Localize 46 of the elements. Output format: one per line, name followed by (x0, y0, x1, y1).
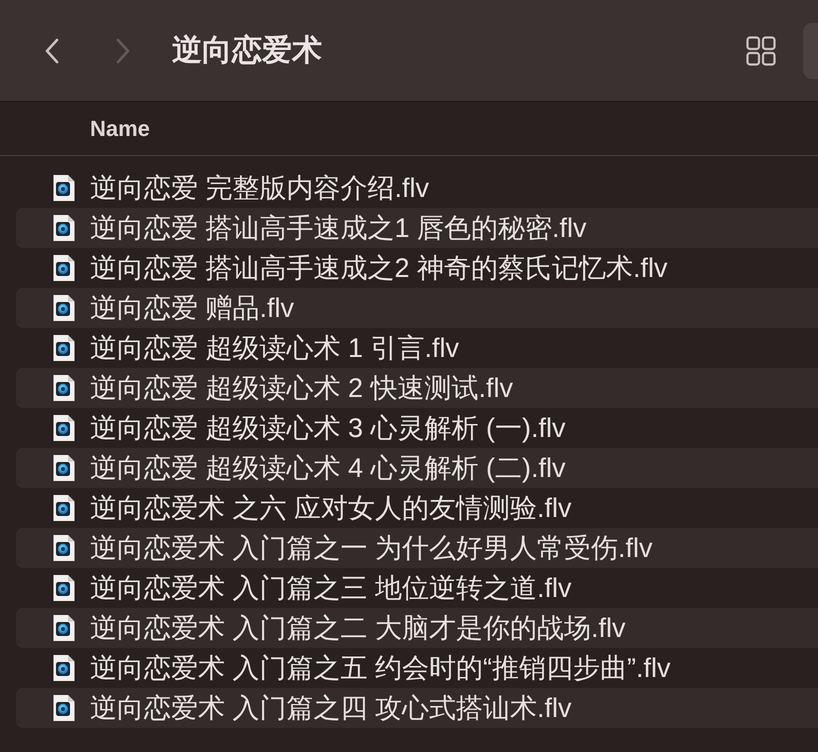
file-name: 逆向恋爱术 入门篇之五 约会时的“推销四步曲”.flv (90, 652, 670, 684)
video-file-icon (52, 574, 76, 602)
file-name: 逆向恋爱 超级读心术 4 心灵解析 (二).flv (90, 452, 566, 484)
window-title: 逆向恋爱术 (172, 32, 322, 68)
file-name: 逆向恋爱术 入门篇之一 为什么好男人常受伤.flv (90, 532, 653, 564)
file-row[interactable]: 逆向恋爱术 入门篇之四 攻心式搭讪术.flv (16, 688, 818, 728)
video-file-icon (52, 454, 76, 482)
video-file-icon (52, 214, 76, 242)
file-row[interactable]: 逆向恋爱术 入门篇之二 大脑才是你的战场.flv (16, 608, 818, 648)
video-file-icon (52, 654, 76, 682)
file-row[interactable]: 逆向恋爱 完整版内容介绍.flv (16, 168, 818, 208)
file-name: 逆向恋爱术 之六 应对女人的友情测验.flv (90, 492, 572, 524)
video-file-icon (52, 414, 76, 442)
video-file-icon (52, 294, 76, 322)
file-name: 逆向恋爱术 入门篇之二 大脑才是你的战场.flv (90, 612, 626, 644)
video-file-icon (52, 614, 76, 642)
file-row[interactable]: 逆向恋爱 搭讪高手速成之2 神奇的蔡氏记忆术.flv (16, 248, 818, 288)
video-file-icon (52, 174, 76, 202)
file-row[interactable]: 逆向恋爱 搭讪高手速成之1 唇色的秘密.flv (16, 208, 818, 248)
video-file-icon (52, 694, 76, 722)
file-name: 逆向恋爱 搭讪高手速成之1 唇色的秘密.flv (90, 212, 587, 244)
file-row[interactable]: 逆向恋爱 赠品.flv (16, 288, 818, 328)
file-row[interactable]: 逆向恋爱 超级读心术 1 引言.flv (16, 328, 818, 368)
file-name: 逆向恋爱 赠品.flv (90, 292, 294, 324)
grid-view-icon (746, 36, 776, 66)
file-name: 逆向恋爱 完整版内容介绍.flv (90, 172, 430, 204)
file-name: 逆向恋爱术 入门篇之四 攻心式搭讪术.flv (90, 692, 572, 724)
file-name: 逆向恋爱 超级读心术 1 引言.flv (90, 332, 460, 364)
file-name: 逆向恋爱 搭讪高手速成之2 神奇的蔡氏记忆术.flv (90, 252, 668, 284)
video-file-icon (52, 494, 76, 522)
file-name: 逆向恋爱 超级读心术 3 心灵解析 (一).flv (90, 412, 566, 444)
file-row[interactable]: 逆向恋爱术 入门篇之五 约会时的“推销四步曲”.flv (16, 648, 818, 688)
video-file-icon (52, 334, 76, 362)
column-header[interactable]: Name (90, 116, 150, 142)
file-row[interactable]: 逆向恋爱 超级读心术 2 快速测试.flv (16, 368, 818, 408)
file-row[interactable]: 逆向恋爱 超级读心术 4 心灵解析 (二).flv (16, 448, 818, 488)
video-file-icon (52, 374, 76, 402)
video-file-icon (52, 534, 76, 562)
file-name: 逆向恋爱术 入门篇之三 地位逆转之道.flv (90, 572, 572, 604)
file-row[interactable]: 逆向恋爱术 之六 应对女人的友情测验.flv (16, 488, 818, 528)
video-file-icon (52, 254, 76, 282)
file-row[interactable]: 逆向恋爱术 入门篇之一 为什么好男人常受伤.flv (16, 528, 818, 568)
grid-view-button[interactable] (746, 36, 776, 66)
file-row[interactable]: 逆向恋爱 超级读心术 3 心灵解析 (一).flv (16, 408, 818, 448)
file-row[interactable]: 逆向恋爱术 入门篇之三 地位逆转之道.flv (16, 568, 818, 608)
file-name: 逆向恋爱 超级读心术 2 快速测试.flv (90, 372, 514, 404)
